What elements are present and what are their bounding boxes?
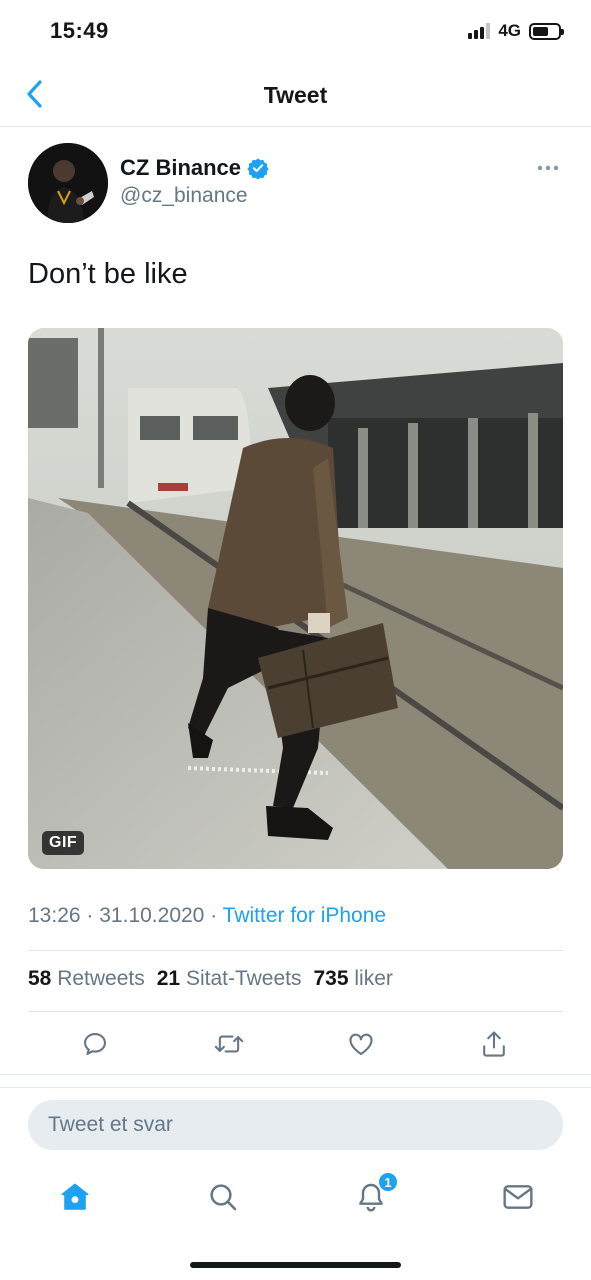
tweet-stats: 58 Retweets 21 Sitat-Tweets 735 liker [28, 967, 393, 991]
like-icon [349, 1033, 373, 1055]
more-horizontal-icon [537, 165, 559, 171]
messages-icon [503, 1185, 533, 1209]
divider [28, 950, 563, 951]
tweet-time: 13:26 [28, 904, 81, 927]
tab-messages[interactable] [498, 1177, 538, 1217]
tab-notifications[interactable]: 1 [351, 1171, 399, 1217]
like-button[interactable] [341, 1024, 381, 1064]
share-button[interactable] [474, 1024, 514, 1064]
retweet-button[interactable] [209, 1024, 249, 1064]
tweet-timestamp: 13:26 · 31.10.2020 · Twitter for iPhone [28, 904, 386, 928]
gif-badge: GIF [42, 831, 85, 855]
signal-icon [468, 23, 491, 39]
tweet-actions [28, 1024, 563, 1064]
battery-icon [529, 22, 564, 40]
author-handle[interactable]: @cz_binance [120, 184, 248, 208]
reply-placeholder: Tweet et svar [48, 1113, 173, 1136]
status-indicators: 4G [468, 21, 564, 41]
status-time: 15:49 [50, 18, 109, 43]
share-icon [483, 1031, 505, 1057]
tweet-media-gif[interactable]: GIF [28, 328, 563, 869]
home-indicator [190, 1262, 401, 1268]
status-bar: 15:49 4G [0, 0, 591, 64]
avatar[interactable] [28, 143, 108, 223]
author-name-text: CZ Binance [120, 155, 242, 180]
network-type: 4G [498, 21, 521, 40]
more-options-button[interactable] [535, 158, 561, 178]
tweet-date: 31.10.2020 [99, 904, 205, 927]
tab-home[interactable] [55, 1177, 95, 1217]
quote-tweets-stat[interactable]: 21 Sitat-Tweets [157, 967, 302, 991]
divider [28, 1011, 563, 1012]
separator: · [86, 904, 94, 927]
tab-search[interactable] [203, 1177, 243, 1217]
likes-stat[interactable]: 735 liker [314, 967, 393, 991]
home-icon [61, 1183, 89, 1210]
search-icon [210, 1184, 237, 1211]
separator: · [210, 904, 218, 927]
retweet-icon [214, 1035, 244, 1053]
reply-button[interactable] [75, 1024, 115, 1064]
notification-badge: 1 [377, 1171, 399, 1193]
nav-header: Tweet [0, 64, 591, 127]
verified-badge-icon [247, 158, 269, 179]
gif-preview-image [28, 328, 563, 869]
tweet-text: Don’t be like [28, 258, 188, 290]
author-name[interactable]: CZ Binance [120, 155, 269, 181]
section-divider [0, 1074, 591, 1088]
tweet-source-link[interactable]: Twitter for iPhone [223, 904, 386, 927]
bottom-tab-bar: 1 [0, 1162, 591, 1232]
page-title: Tweet [263, 82, 328, 108]
reply-input[interactable]: Tweet et svar [28, 1100, 563, 1150]
reply-icon [84, 1033, 106, 1055]
retweets-stat[interactable]: 58 Retweets [28, 967, 145, 991]
